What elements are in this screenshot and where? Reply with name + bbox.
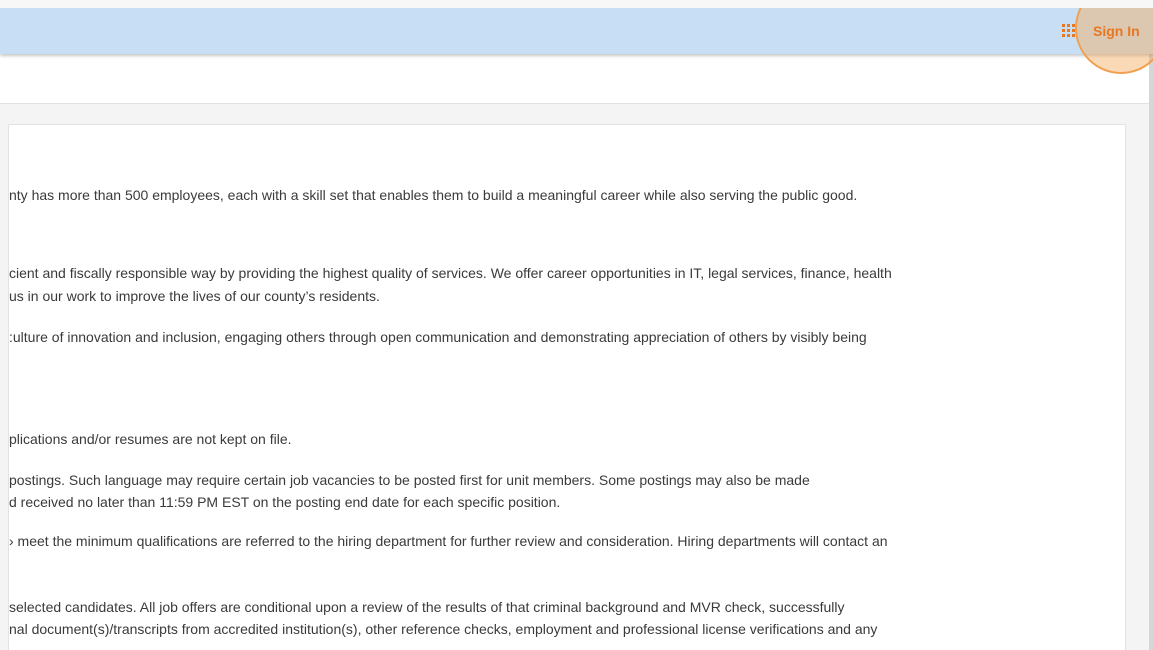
paragraph-line-verifications: nal document(s)/transcripts from accredi… xyxy=(9,621,878,637)
main-content-area: nty has more than 500 employees, each wi… xyxy=(0,104,1153,650)
apps-grid-icon[interactable] xyxy=(1062,24,1076,38)
job-info-card: nty has more than 500 employees, each wi… xyxy=(8,124,1126,650)
paragraph-line-qualifications: › meet the minimum qualifications are re… xyxy=(9,533,888,549)
paragraph-line-residents: us in our work to improve the lives of o… xyxy=(9,288,380,304)
top-navigation-bar: Sign In xyxy=(0,8,1153,74)
page-scrollbar[interactable] xyxy=(1149,54,1153,650)
paragraph-line-applications: plications and/or resumes are not kept o… xyxy=(9,431,292,447)
paragraph-line-selected-candidates: selected candidates. All job offers are … xyxy=(9,599,845,615)
paragraph-line-employees: nty has more than 500 employees, each wi… xyxy=(9,187,858,203)
sign-in-button[interactable]: Sign In xyxy=(1093,20,1140,42)
page: Sign In nty has more than 500 employees,… xyxy=(0,8,1153,650)
secondary-header-bar xyxy=(0,54,1153,104)
paragraph-line-postings: postings. Such language may require cert… xyxy=(9,472,810,488)
paragraph-line-career-opportunities: cient and fiscally responsible way by pr… xyxy=(9,265,892,281)
paragraph-line-culture: :ulture of innovation and inclusion, eng… xyxy=(9,329,867,345)
paragraph-line-deadline: d received no later than 11:59 PM EST on… xyxy=(9,494,561,510)
